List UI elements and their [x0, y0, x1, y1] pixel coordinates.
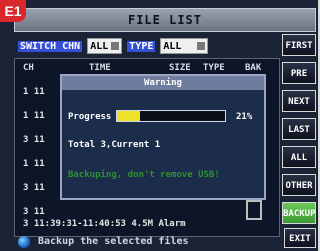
- table-row[interactable]: 3 11: [23, 135, 45, 147]
- all-button[interactable]: ALL: [282, 146, 316, 168]
- dialog-title: Warning: [62, 76, 264, 90]
- table-row[interactable]: 3 11:39:31-11:40:53 4.5M Alarm: [23, 219, 186, 231]
- other-button[interactable]: OTHER: [282, 174, 316, 196]
- table-row[interactable]: 1 11: [23, 87, 45, 99]
- corner-badge: E1: [0, 0, 26, 22]
- backup-button[interactable]: BACKUP: [282, 202, 316, 224]
- table-row[interactable]: 3 11: [23, 183, 45, 195]
- title-bar: FILE LIST: [14, 8, 316, 32]
- exit-button[interactable]: EXIT: [284, 228, 316, 248]
- page-title: FILE LIST: [127, 13, 203, 27]
- switch-channel-select[interactable]: ALL: [87, 38, 123, 54]
- progress-bar: [116, 110, 226, 122]
- table-row[interactable]: 1 11: [23, 111, 45, 123]
- table-row[interactable]: 3 11: [23, 207, 45, 219]
- table-row[interactable]: 1 11: [23, 159, 45, 171]
- info-globe-icon: [18, 236, 30, 248]
- total-current-text: Total 3,Current 1: [68, 140, 161, 150]
- backup-status-text: Backuping, don't remove USB!: [68, 170, 220, 180]
- backup-checkbox[interactable]: [246, 200, 262, 220]
- dvr-screen: E1 FILE LIST SWITCH CHN ALL TYPE ALL CH …: [0, 0, 318, 251]
- type-label: TYPE: [127, 40, 156, 52]
- col-ch: CH: [23, 63, 34, 73]
- filter-bar: SWITCH CHN ALL TYPE ALL: [18, 38, 209, 54]
- dropdown-caret-icon: [111, 42, 120, 50]
- col-type: TYPE: [203, 63, 225, 73]
- type-value: ALL: [163, 40, 182, 52]
- type-select[interactable]: ALL: [160, 38, 209, 54]
- progress-percent: 21%: [236, 112, 253, 122]
- prev-button[interactable]: PRE: [282, 62, 316, 84]
- dropdown-caret-icon: [197, 42, 206, 50]
- col-time: TIME: [89, 63, 111, 73]
- next-button[interactable]: NEXT: [282, 90, 316, 112]
- last-button[interactable]: LAST: [282, 118, 316, 140]
- switch-channel-label: SWITCH CHN: [18, 40, 83, 52]
- progress-label: Progress: [68, 112, 112, 122]
- col-bak: BAK: [245, 63, 262, 73]
- warning-dialog: Warning Progress 21% Total 3,Current 1 B…: [60, 74, 266, 200]
- progress-fill: [117, 111, 140, 121]
- first-button[interactable]: FIRST: [282, 34, 316, 56]
- footer-hint: Backup the selected files: [38, 236, 189, 247]
- col-size: SIZE: [169, 63, 191, 73]
- switch-channel-value: ALL: [90, 40, 109, 52]
